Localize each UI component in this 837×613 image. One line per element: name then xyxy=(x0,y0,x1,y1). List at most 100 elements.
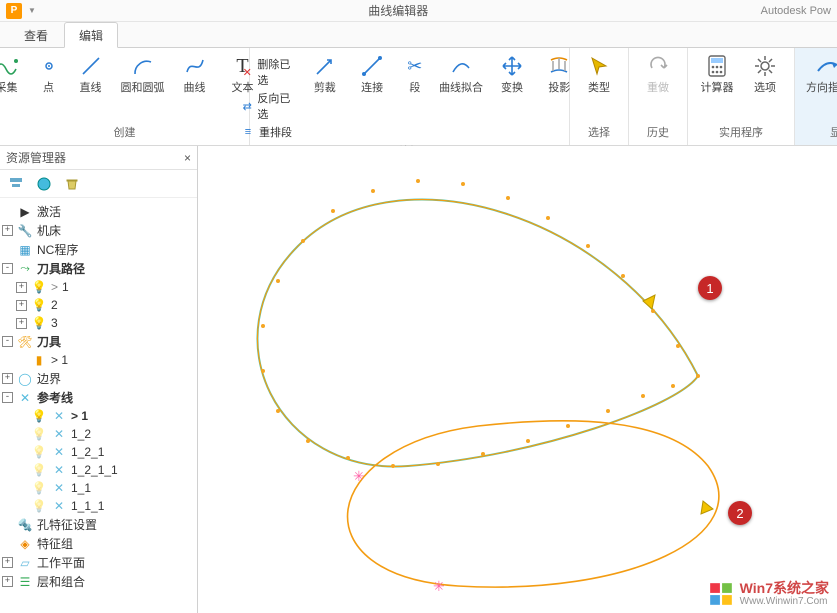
wave-icon xyxy=(0,52,21,80)
node-r5[interactable]: 1_1 xyxy=(71,481,91,495)
direction-button[interactable]: 方向指示 xyxy=(803,52,837,94)
calculator-button[interactable]: 计算器 xyxy=(696,52,738,94)
transform-button[interactable]: 变换 xyxy=(493,52,530,140)
pattern-icon: ✕ xyxy=(51,408,67,424)
node-activate[interactable]: 激活 xyxy=(37,203,61,220)
curve-display: ✳ ✳ xyxy=(198,146,837,613)
segment-button[interactable]: ✂ 段 xyxy=(401,52,429,140)
node-featgrp[interactable]: 特征组 xyxy=(37,535,73,552)
node-tp3[interactable]: 3 xyxy=(51,316,58,330)
explorer-close[interactable]: × xyxy=(184,151,191,165)
tab-view[interactable]: 查看 xyxy=(10,23,62,47)
delete-selected[interactable]: ✕删除已选 xyxy=(241,56,296,88)
svg-text:✳: ✳ xyxy=(433,578,445,594)
cursor-icon xyxy=(585,52,613,80)
toolpath-icon: ⤳ xyxy=(17,261,33,277)
viewport[interactable]: ✳ ✳ 1 2 Win7系统之家 Www.Winwin7.Com xyxy=(198,146,837,613)
node-r4[interactable]: 1_2_1_1 xyxy=(71,463,118,477)
calculator-icon xyxy=(703,52,731,80)
group-label-history: 历史 xyxy=(637,121,679,145)
expand-toggle[interactable]: + xyxy=(2,225,13,236)
qat-dropdown-icon[interactable]: ▼ xyxy=(28,6,36,15)
node-r2[interactable]: 1_2 xyxy=(71,427,91,441)
fit-icon xyxy=(447,52,475,80)
arrow-icon xyxy=(311,52,339,80)
explorer-tree[interactable]: ▶激活 +🔧机床 ▦NC程序 -⤳刀具路径 +💡> 1 +💡2 +💡3 -🛠刀具… xyxy=(0,198,197,613)
node-tools[interactable]: 刀具 xyxy=(37,333,61,350)
move-icon xyxy=(498,52,526,80)
group-label-utility: 实用程序 xyxy=(696,121,786,145)
trim-button[interactable]: 剪裁 xyxy=(306,52,343,140)
machine-icon: 🔧 xyxy=(17,223,33,239)
pattern-icon: ✕ xyxy=(51,444,67,460)
node-tp1[interactable]: 1 xyxy=(62,280,69,294)
endmill-icon: ▮ xyxy=(31,352,47,368)
bulb-off-icon: 💡 xyxy=(31,444,47,460)
curve-button[interactable]: 曲线 xyxy=(174,52,216,94)
title-bar: P ▼ 曲线编辑器 Autodesk Pow xyxy=(0,0,837,22)
node-r3[interactable]: 1_2_1 xyxy=(71,445,104,459)
resource-explorer: 资源管理器 × ▶激活 +🔧机床 ▦NC程序 -⤳刀具路径 +💡> 1 +💡2 … xyxy=(0,146,198,613)
sample-button[interactable]: 采集 xyxy=(0,52,28,94)
list-icon: ≡ xyxy=(241,125,255,139)
redo-button[interactable]: 重做 xyxy=(637,52,679,94)
curve-icon xyxy=(181,52,209,80)
workplane-icon: ▱ xyxy=(17,555,33,571)
refline-icon: ✕ xyxy=(17,390,33,406)
bulb-icon: 💡 xyxy=(31,279,47,295)
arc-button[interactable]: 圆和圆弧 xyxy=(118,52,168,94)
options-button[interactable]: 选项 xyxy=(744,52,786,94)
node-refline[interactable]: 参考线 xyxy=(37,389,73,406)
connect-icon xyxy=(358,52,386,80)
reverse-selected[interactable]: ⇄反向已选 xyxy=(241,90,296,122)
watermark-en: Www.Winwin7.Com xyxy=(740,596,829,607)
app-icon: P xyxy=(6,3,22,19)
gear-icon xyxy=(751,52,779,80)
play-icon: ▶ xyxy=(17,204,33,220)
ribbon-group-edit: ✕删除已选 ⇄反向已选 ≡重排段 剪裁 连接 ✂ 段 曲线拟合 xyxy=(250,48,570,145)
edit-stack: ✕删除已选 ⇄反向已选 ≡重排段 xyxy=(241,52,296,140)
curvefit-button[interactable]: 曲线拟合 xyxy=(439,52,483,140)
point-icon xyxy=(35,52,63,80)
annotation-2: 2 xyxy=(728,501,752,525)
node-r1[interactable]: > 1 xyxy=(71,409,88,423)
window-title: 曲线编辑器 xyxy=(36,2,761,19)
line-icon xyxy=(77,52,105,80)
windows-logo-icon xyxy=(708,581,734,607)
hole-icon: 🔩 xyxy=(17,517,33,533)
node-toolpath[interactable]: 刀具路径 xyxy=(37,260,85,277)
collapse-toggle[interactable]: - xyxy=(2,263,13,274)
point-button[interactable]: 点 xyxy=(34,52,64,94)
bulb-off-icon: 💡 xyxy=(31,480,47,496)
featgrp-icon: ◈ xyxy=(17,536,33,552)
connect-button[interactable]: 连接 xyxy=(353,52,390,140)
pattern-icon: ✕ xyxy=(51,498,67,514)
node-workplane[interactable]: 工作平面 xyxy=(37,554,85,571)
node-nc[interactable]: NC程序 xyxy=(37,241,78,258)
tab-edit[interactable]: 编辑 xyxy=(64,22,118,48)
bulb-icon: 💡 xyxy=(31,315,47,331)
bulb-on-icon: 💡 xyxy=(31,408,47,424)
rerank-segments[interactable]: ≡重排段 xyxy=(241,124,292,140)
node-layers[interactable]: 层和组合 xyxy=(37,573,85,590)
node-r6[interactable]: 1_1_1 xyxy=(71,499,104,513)
direction-icon xyxy=(814,52,837,80)
node-boundary[interactable]: 边界 xyxy=(37,370,61,387)
ribbon-group-display: 方向指示 显示 xyxy=(795,48,837,145)
boundary-icon: ◯ xyxy=(17,371,33,387)
line-button[interactable]: 直线 xyxy=(70,52,112,94)
node-tp2[interactable]: 2 xyxy=(51,298,58,312)
app-name: Autodesk Pow xyxy=(761,5,831,17)
node-machine[interactable]: 机床 xyxy=(37,222,61,239)
pattern-icon: ✕ xyxy=(51,462,67,478)
nc-icon: ▦ xyxy=(17,242,33,258)
layers-icon: ☰ xyxy=(17,574,33,590)
type-button[interactable]: 类型 xyxy=(578,52,620,94)
trash-icon[interactable] xyxy=(62,174,82,194)
filter-icon[interactable] xyxy=(6,174,26,194)
globe-icon[interactable] xyxy=(34,174,54,194)
node-holefeat[interactable]: 孔特征设置 xyxy=(37,516,97,533)
bulb-off-icon: 💡 xyxy=(31,498,47,514)
node-tl1[interactable]: > 1 xyxy=(51,353,68,367)
group-label-display: 显示 xyxy=(803,121,837,145)
